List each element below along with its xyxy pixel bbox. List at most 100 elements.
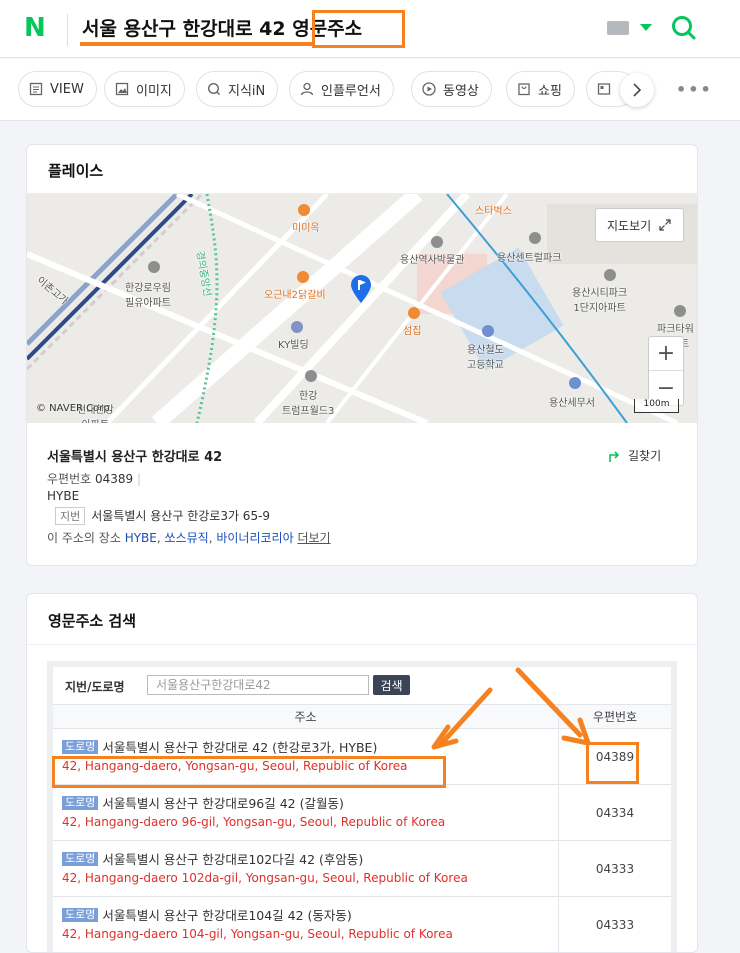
tab-kin[interactable]: 지식iN — [196, 71, 279, 107]
poi-government-icon — [569, 377, 581, 389]
map-label-yongsan-central[interactable]: 용산센트럴파크 — [497, 249, 561, 264]
map-label-mimiok[interactable]: 미미옥 — [292, 219, 320, 234]
map-label-starbucks[interactable]: 스타벅스 — [475, 202, 512, 217]
korean-address-text: 서울특별시 용산구 한강대로96길 42 (갈월동) — [102, 796, 344, 811]
tab-label: 쇼핑 — [538, 83, 562, 99]
search-tabs: VIEW 이미지 지식iN 인플루언서 동영상 쇼핑 — [0, 59, 740, 121]
poi-restaurant-icon — [408, 307, 420, 319]
document-icon — [29, 82, 43, 96]
tabs-next-button[interactable] — [620, 73, 654, 107]
korean-address: 도로명 서울특별시 용산구 한강대로96길 42 (갈월동) — [62, 793, 344, 812]
directions-button[interactable]: 길찾기 — [607, 447, 661, 464]
map[interactable]: 스타벅스 미미옥 용산역사박물관 용산센트럴파크 한강로우림 필유아파트 오근내… — [27, 194, 697, 423]
tab-shopping[interactable]: 쇼핑 — [506, 71, 575, 107]
korean-address: 도로명 서울특별시 용산구 한강대로 42 (한강로3가, HYBE) — [62, 737, 377, 756]
tab-influencer[interactable]: 인플루언서 — [289, 71, 394, 107]
place-link-binary-korea[interactable]: 바이너리코리아 — [216, 531, 293, 545]
tab-images[interactable]: 이미지 — [104, 71, 185, 107]
more-options-icon[interactable]: ••• — [676, 80, 713, 99]
korean-address: 도로명 서울특별시 용산구 한강대로104길 42 (동자동) — [62, 905, 352, 924]
map-label-seomjip[interactable]: 섬집 — [403, 322, 421, 337]
map-scale: 100m — [634, 399, 679, 413]
postal-code: 04389 — [95, 472, 134, 486]
poi-museum-icon — [431, 236, 443, 248]
poi-apartment-icon — [148, 261, 160, 273]
table-row[interactable]: 도로명 서울특별시 용산구 한강대로96길 42 (갈월동) 42, Hangan… — [53, 785, 671, 841]
english-search-title: 영문주소 검색 — [48, 612, 137, 630]
map-label-ogeunne[interactable]: 오근내2닭갈비 — [264, 286, 326, 301]
building-name: HYBE — [47, 489, 80, 503]
keyboard-dropdown-icon[interactable] — [640, 24, 652, 31]
poi-restaurant-icon — [297, 271, 309, 283]
poi-apartment-icon — [604, 269, 616, 281]
table-row[interactable]: 도로명 서울특별시 용산구 한강대로104길 42 (동자동) 42, Hanga… — [53, 897, 671, 952]
jibun-address: 서울특별시 용산구 한강로3가 65-9 — [91, 509, 271, 523]
annotation-underline — [80, 42, 314, 46]
places-row: 이 주소의 장소 HYBE, 쏘스뮤직, 바이너리코리아 더보기 — [47, 531, 331, 545]
postal-label: 우편번호 — [47, 472, 92, 486]
map-label-citypark[interactable]: 용산시티파크 1단지아파트 — [572, 284, 627, 314]
english-address[interactable]: 42, Hangang-daero 96-gil, Yongsan-gu, Se… — [62, 815, 445, 829]
zip-code: 04333 — [558, 897, 671, 952]
location-pin-icon[interactable] — [349, 274, 373, 304]
kin-icon — [207, 82, 220, 95]
english-address[interactable]: 42, Hangang-daero 104-gil, Yongsan-gu, S… — [62, 927, 453, 941]
poi-apartment-icon — [305, 370, 317, 382]
place-link-hybe[interactable]: HYBE — [125, 531, 157, 545]
divider — [27, 644, 697, 645]
tab-label: 인플루언서 — [321, 83, 381, 99]
road-tag: 도로명 — [62, 739, 99, 754]
table-row[interactable]: 도로명 서울특별시 용산구 한강대로102다길 42 (후암동) 42, Hang… — [53, 841, 671, 897]
map-copyright: © NAVER Corp. — [36, 403, 113, 414]
tab-label: 이미지 — [136, 83, 172, 99]
zoom-controls: + − — [648, 336, 684, 406]
annotation-arrows — [431, 667, 591, 750]
map-view-label: 지도보기 — [607, 218, 652, 233]
search-label: 지번/도로명 — [65, 680, 125, 694]
address-search-input[interactable]: 서울용산구한강대로42 — [147, 675, 369, 695]
person-icon — [300, 82, 314, 96]
map-label-trumpworld[interactable]: 한강 트럼프월드3 — [282, 387, 334, 417]
annotation-box-query — [312, 10, 405, 48]
news-icon — [597, 83, 611, 95]
search-button[interactable]: 검색 — [373, 675, 410, 695]
road-tag: 도로명 — [62, 795, 99, 810]
naver-logo[interactable]: N — [24, 15, 50, 41]
poi-building-icon — [291, 321, 303, 333]
korean-address: 도로명 서울특별시 용산구 한강대로102다길 42 (후암동) — [62, 849, 363, 868]
more-link[interactable]: 더보기 — [297, 531, 330, 545]
map-label-tax-office[interactable]: 용산세무서 — [549, 394, 595, 409]
english-address[interactable]: 42, Hangang-daero 102da-gil, Yongsan-gu,… — [62, 871, 468, 885]
poi-park-icon — [529, 232, 541, 244]
road-tag: 도로명 — [62, 907, 99, 922]
tab-video[interactable]: 동영상 — [411, 71, 492, 107]
expand-icon — [659, 219, 671, 231]
place-link-source-music[interactable]: 쏘스뮤직 — [165, 531, 209, 545]
keyboard-icon[interactable] — [607, 21, 629, 35]
tab-label: 동영상 — [443, 83, 479, 99]
map-view-button[interactable]: 지도보기 — [595, 208, 684, 242]
road-tag: 도로명 — [62, 851, 99, 866]
korean-address-text: 서울특별시 용산구 한강대로 42 (한강로3가, HYBE) — [102, 740, 378, 755]
places-prefix: 이 주소의 장소 — [47, 531, 121, 545]
tab-label: 지식iN — [228, 83, 266, 99]
map-label-ky-building[interactable]: KY빌딩 — [278, 336, 309, 351]
chevron-right-icon — [633, 83, 642, 97]
poi-school-icon — [482, 325, 494, 337]
zip-code: 04334 — [558, 785, 671, 841]
zip-code: 04333 — [558, 841, 671, 897]
jibun-tag: 지번 — [55, 507, 86, 525]
play-icon — [422, 82, 436, 96]
map-label-railway-school[interactable]: 용산철도 고등학교 — [467, 341, 504, 371]
map-label-hangangro-apt[interactable]: 한강로우림 필유아파트 — [125, 279, 171, 309]
zoom-in-button[interactable]: + — [649, 337, 683, 371]
jibun-row: 지번 서울특별시 용산구 한강로3가 65-9 — [55, 507, 270, 525]
annotation-box-english-address — [52, 756, 446, 788]
map-label-yongsan-museum[interactable]: 용산역사박물관 — [400, 251, 464, 266]
search-icon[interactable] — [670, 14, 698, 42]
place-card: 플레이스 스타벅스 미미옥 용산역사박물관 용산센트럴파크 한강로우림 필유아파… — [26, 144, 698, 566]
poi-apartment-icon — [674, 305, 686, 317]
address-main: 서울특별시 용산구 한강대로 42 — [47, 450, 223, 465]
tab-view[interactable]: VIEW — [18, 71, 97, 107]
korean-address-text: 서울특별시 용산구 한강대로104길 42 (동자동) — [102, 908, 352, 923]
